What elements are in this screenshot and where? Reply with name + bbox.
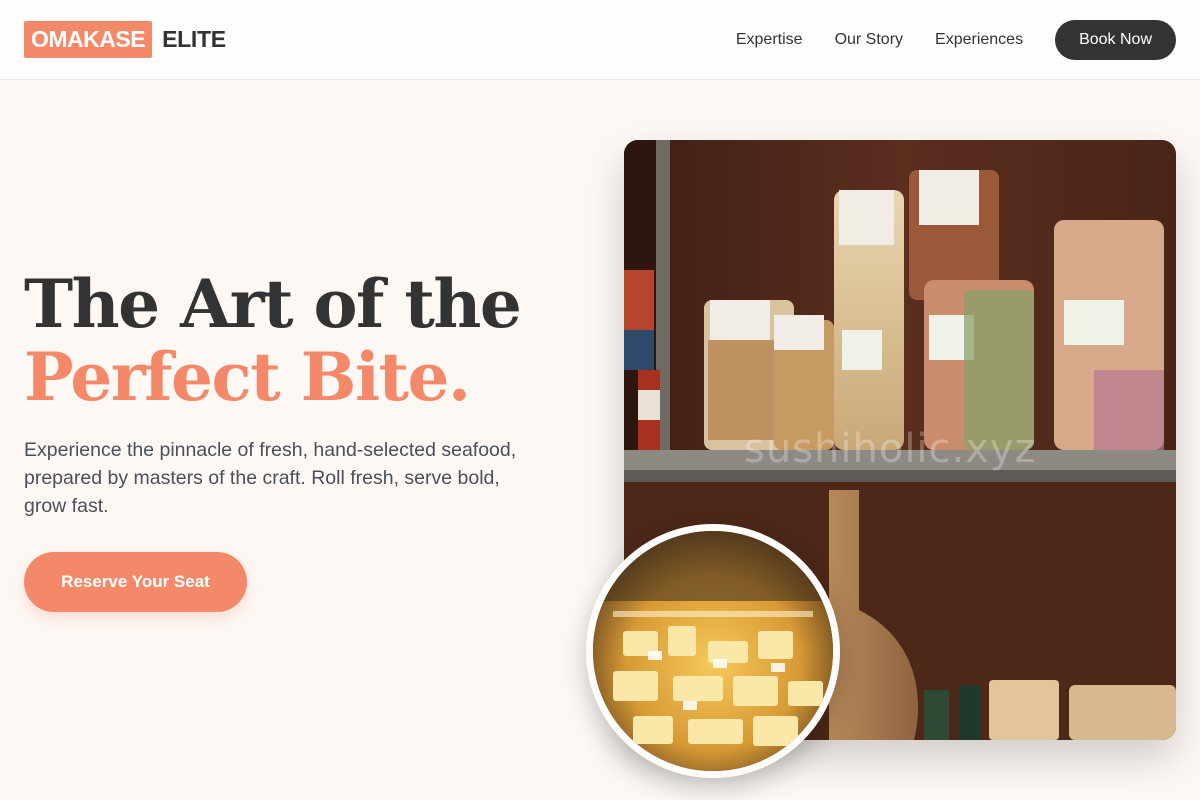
image-watermark: sushiholic.xyz bbox=[744, 426, 1037, 472]
site-header: OMAKASE ELITE Expertise Our Story Experi… bbox=[0, 0, 1200, 80]
hero-title-line1: The Art of the bbox=[24, 265, 522, 343]
nav-link-our-story[interactable]: Our Story bbox=[835, 31, 903, 49]
hero-title-line2: Perfect Bite. bbox=[24, 338, 471, 416]
logo[interactable]: OMAKASE ELITE bbox=[24, 21, 226, 58]
logo-text: ELITE bbox=[162, 26, 226, 52]
logo-badge: OMAKASE bbox=[24, 21, 153, 58]
hero-title: The Art of the Perfect Bite. bbox=[24, 268, 604, 414]
main-nav: Expertise Our Story Experiences Book Now bbox=[736, 20, 1176, 60]
reserve-seat-button[interactable]: Reserve Your Seat bbox=[24, 552, 247, 612]
inset-image bbox=[586, 524, 840, 778]
book-now-button[interactable]: Book Now bbox=[1055, 20, 1176, 60]
cheese-counter-photo bbox=[593, 531, 833, 771]
nav-link-experiences[interactable]: Experiences bbox=[935, 31, 1023, 49]
hero-subtitle: Experience the pinnacle of fresh, hand-s… bbox=[24, 439, 517, 517]
nav-link-expertise[interactable]: Expertise bbox=[736, 31, 803, 49]
